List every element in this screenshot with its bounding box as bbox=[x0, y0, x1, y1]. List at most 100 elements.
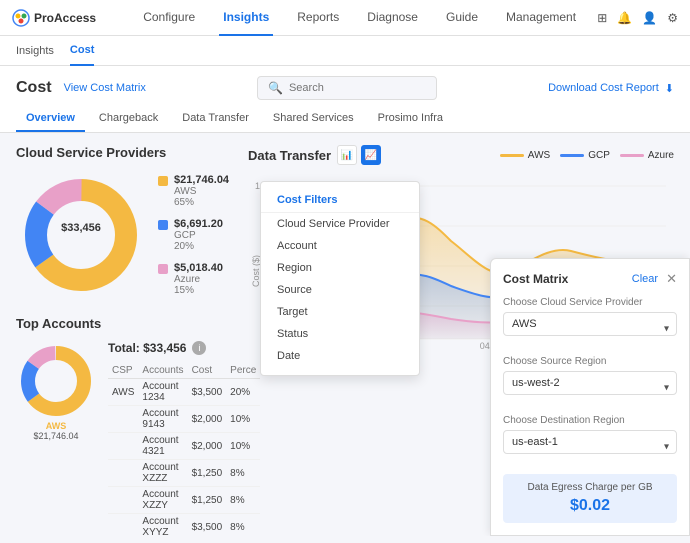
cost-matrix-clear-button[interactable]: Clear bbox=[632, 273, 658, 285]
source-region-label: Choose Source Region bbox=[503, 356, 677, 367]
filter-region[interactable]: Region bbox=[261, 257, 419, 279]
legend-gcp-item: GCP bbox=[560, 150, 610, 161]
dest-region-select-wrapper: us-east-1 us-west-2 bbox=[503, 430, 677, 464]
cloud-service-providers-section: Cloud Service Providers $33,456 bbox=[16, 145, 236, 300]
gcp-color-dot bbox=[158, 220, 168, 230]
azure-value: $5,018.40 bbox=[174, 262, 223, 274]
tab-shared-services[interactable]: Shared Services bbox=[263, 106, 364, 132]
cost-filters-dropdown: Cost Filters Cloud Service Provider Acco… bbox=[260, 181, 420, 376]
cell-account: Account XYYZ bbox=[138, 514, 187, 537]
chart-title-row: Data Transfer 📊 📈 bbox=[248, 145, 381, 165]
dest-region-select[interactable]: us-east-1 us-west-2 bbox=[503, 430, 677, 454]
nav-management[interactable]: Management bbox=[502, 0, 580, 36]
line-chart-icon-btn[interactable]: 📈 bbox=[361, 145, 381, 165]
chart-header: Data Transfer 📊 📈 AWS GCP Azure bbox=[248, 145, 674, 165]
search-bar: 🔍 bbox=[257, 76, 437, 100]
col-accounts: Accounts bbox=[138, 363, 187, 379]
main-content: Cloud Service Providers $33,456 bbox=[0, 133, 690, 536]
charge-value: $0.02 bbox=[511, 497, 669, 515]
charge-box: Data Egress Charge per GB $0.02 bbox=[503, 474, 677, 523]
settings-icon[interactable]: ⚙ bbox=[667, 11, 678, 25]
tab-chargeback[interactable]: Chargeback bbox=[89, 106, 168, 132]
cost-matrix-close-button[interactable]: ✕ bbox=[666, 271, 677, 287]
page-title: Cost bbox=[16, 79, 52, 97]
cloud-providers-title: Cloud Service Providers bbox=[16, 145, 236, 160]
svg-text:$33,456: $33,456 bbox=[61, 222, 101, 234]
grid-icon[interactable]: ⊞ bbox=[597, 11, 607, 25]
aws-color-dot bbox=[158, 176, 168, 186]
cell-csp: AWS bbox=[108, 379, 138, 406]
nav-items: Configure Insights Reports Diagnose Guid… bbox=[122, 0, 597, 36]
nav-guide[interactable]: Guide bbox=[442, 0, 482, 36]
col-csp: CSP bbox=[108, 363, 138, 379]
filter-status[interactable]: Status bbox=[261, 323, 419, 345]
tab-overview[interactable]: Overview bbox=[16, 106, 85, 132]
user-icon[interactable]: 👤 bbox=[642, 11, 657, 25]
info-icon[interactable]: i bbox=[192, 341, 206, 355]
page-header: Cost View Cost Matrix 🔍 Download Cost Re… bbox=[0, 66, 690, 106]
azure-percent: 15% bbox=[174, 285, 223, 296]
azure-pct: Azure bbox=[174, 274, 223, 285]
search-input[interactable] bbox=[289, 82, 429, 94]
cell-cost: $3,500 bbox=[188, 379, 227, 406]
download-cost-report-button[interactable]: Download Cost Report ⬇ bbox=[548, 82, 674, 95]
source-region-select[interactable]: us-west-2 us-east-1 bbox=[503, 371, 677, 395]
cell-cost: $3,500 bbox=[188, 514, 227, 537]
legend-azure: $5,018.40 Azure 15% bbox=[158, 262, 229, 296]
tab-data-transfer[interactable]: Data Transfer bbox=[172, 106, 259, 132]
dropdown-title: Cost Filters bbox=[261, 190, 419, 213]
bottom-section: AWS $21,746.04 Total: $33,456 i CSP Acco… bbox=[16, 341, 236, 536]
chart-legend: AWS GCP Azure bbox=[500, 150, 674, 161]
filter-account[interactable]: Account bbox=[261, 235, 419, 257]
aws-pct: AWS bbox=[174, 186, 229, 197]
bell-icon[interactable]: 🔔 bbox=[617, 11, 632, 25]
legend-aws: $21,746.04 AWS 65% bbox=[158, 174, 229, 208]
sub-nav-insights[interactable]: Insights bbox=[16, 36, 54, 66]
azure-legend-color bbox=[620, 154, 644, 157]
tabs-row: Overview Chargeback Data Transfer Shared… bbox=[0, 106, 690, 133]
gcp-legend-color bbox=[560, 154, 584, 157]
aws-legend-text: $21,746.04 AWS 65% bbox=[174, 174, 229, 208]
nav-reports[interactable]: Reports bbox=[293, 0, 343, 36]
cost-matrix-title: Cost Matrix bbox=[503, 272, 568, 286]
aws-legend-color bbox=[500, 154, 524, 157]
cell-csp bbox=[108, 406, 138, 433]
search-icon: 🔍 bbox=[268, 81, 283, 95]
azure-legend-label: Azure bbox=[648, 150, 674, 161]
cell-cost: $1,250 bbox=[188, 460, 227, 487]
donut-legend: $21,746.04 AWS 65% $6,691.20 GCP 20% bbox=[158, 174, 229, 296]
brand-icon bbox=[12, 9, 30, 27]
gcp-legend-label: GCP bbox=[588, 150, 610, 161]
tab-prosimo-infra[interactable]: Prosimo Infra bbox=[368, 106, 453, 132]
filter-target[interactable]: Target bbox=[261, 301, 419, 323]
sub-nav-cost[interactable]: Cost bbox=[70, 36, 94, 66]
gcp-legend-text: $6,691.20 GCP 20% bbox=[174, 218, 223, 252]
csp-label: Choose Cloud Service Provider bbox=[503, 297, 677, 308]
download-icon: ⬇ bbox=[665, 82, 674, 95]
top-accounts-title: Top Accounts bbox=[16, 316, 236, 331]
chart-title: Data Transfer bbox=[248, 148, 331, 163]
small-donut-chart bbox=[16, 341, 96, 421]
filter-source[interactable]: Source bbox=[261, 279, 419, 301]
nav-diagnose[interactable]: Diagnose bbox=[363, 0, 422, 36]
csp-select[interactable]: AWS GCP Azure bbox=[503, 312, 677, 336]
cost-matrix-panel: Cost Matrix Clear ✕ Choose Cloud Service… bbox=[490, 258, 690, 536]
dest-region-label: Choose Destination Region bbox=[503, 415, 677, 426]
aws-value: $21,746.04 bbox=[174, 174, 229, 186]
cell-account: Account 1234 bbox=[138, 379, 187, 406]
total-label: Total: $33,456 bbox=[108, 341, 186, 355]
cell-csp bbox=[108, 487, 138, 514]
nav-insights[interactable]: Insights bbox=[219, 0, 273, 36]
legend-aws-item: AWS bbox=[500, 150, 550, 161]
donut-chart-container: $33,456 $21,746.04 AWS 65% bbox=[16, 170, 236, 300]
filter-date[interactable]: Date bbox=[261, 345, 419, 367]
filter-csp[interactable]: Cloud Service Provider bbox=[261, 213, 419, 235]
view-cost-matrix-link[interactable]: View Cost Matrix bbox=[64, 82, 146, 94]
aws-legend-label: AWS bbox=[528, 150, 550, 161]
download-label: Download Cost Report bbox=[548, 82, 659, 94]
col-cost: Cost bbox=[188, 363, 227, 379]
bar-chart-icon-btn[interactable]: 📊 bbox=[337, 145, 357, 165]
nav-configure[interactable]: Configure bbox=[139, 0, 199, 36]
cell-cost: $1,250 bbox=[188, 487, 227, 514]
cost-matrix-header: Cost Matrix Clear ✕ bbox=[503, 271, 677, 287]
